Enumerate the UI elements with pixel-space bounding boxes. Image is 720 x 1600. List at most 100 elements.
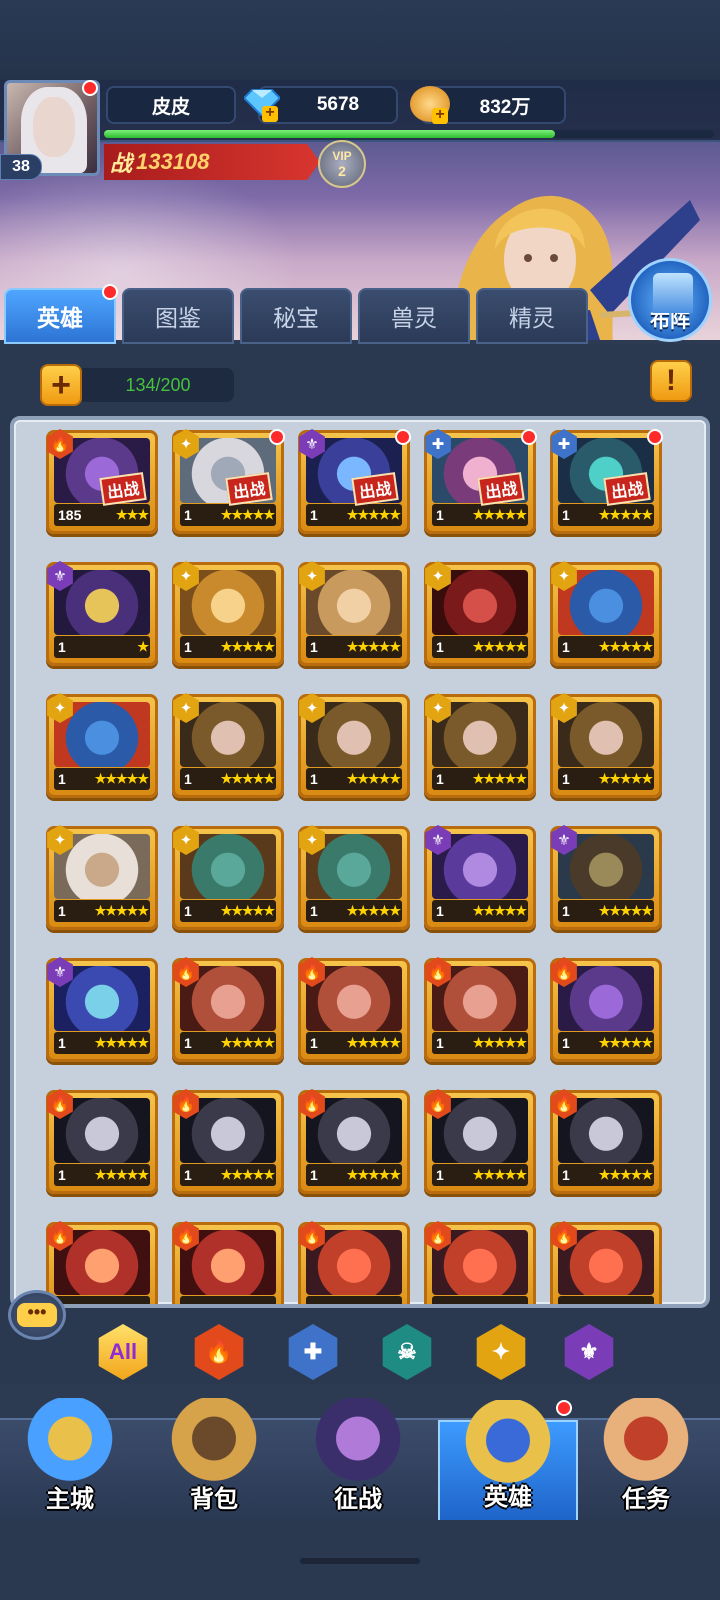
tab-heroes[interactable]: 英雄	[4, 288, 116, 344]
hero-stars: ★★★★★	[94, 1167, 149, 1182]
hero-card[interactable]: 1 ★★★★★ ✚ 出战	[550, 429, 663, 534]
hero-card[interactable]: 1 ★★★★★ ✦	[550, 561, 662, 666]
nav-bag[interactable]: 背包	[144, 1398, 284, 1522]
formation-button[interactable]: 布阵	[628, 258, 712, 342]
nav-label: 任务	[622, 1486, 670, 1513]
hero-stars: ★★★★★	[220, 639, 275, 654]
hero-card[interactable]: 1 ★★★★★ ✚ 出战	[424, 429, 537, 534]
hero-card[interactable]: 🔥	[172, 1221, 284, 1304]
hero-card[interactable]: 1 ★★★★★ 🔥	[550, 957, 662, 1062]
hero-info-bar: 185 ★★★	[54, 504, 150, 526]
hero-stars: ★★★★★	[472, 639, 527, 654]
hero-stars: ★★★★★	[598, 1035, 653, 1050]
tab-codex[interactable]: 图鉴	[122, 288, 234, 344]
filter-water-faction-button[interactable]: ✚	[288, 1324, 338, 1380]
hero-card[interactable]: 1 ★★★★★ ⚜	[424, 825, 536, 930]
avatar-notification-dot	[82, 80, 98, 96]
hero-info-bar: 1 ★★★★★	[558, 1032, 654, 1054]
hero-card[interactable]: 1 ★★★★★ ✦	[298, 561, 410, 666]
filter-skull-faction-button[interactable]: ☠	[382, 1324, 432, 1380]
hero-info-bar	[54, 1296, 150, 1304]
hero-info-bar: 1 ★★★★★	[306, 1032, 402, 1054]
hero-level: 1	[184, 1035, 192, 1051]
hero-card[interactable]: 🔥	[424, 1221, 536, 1304]
hero-level: 1	[310, 1167, 318, 1183]
hero-info-bar: 1 ★★★★★	[306, 636, 402, 658]
hero-stars: ★★★★★	[346, 507, 401, 522]
hero-card[interactable]: 1 ★★★★★ ✦	[46, 693, 158, 798]
hero-card[interactable]: 1 ★★★★★ ✦	[550, 693, 662, 798]
hero-card[interactable]: 1 ★★★★★ ✦	[298, 825, 410, 930]
hero-card[interactable]: 185 ★★★ 🔥 出战	[46, 429, 158, 534]
chat-button[interactable]: •••	[8, 1290, 66, 1340]
nav-home[interactable]: 主城	[0, 1398, 140, 1522]
hero-card[interactable]: 1 ★★★★★ 🔥	[298, 1089, 410, 1194]
hero-card[interactable]: 1 ★★★★★ 🔥	[172, 957, 284, 1062]
hero-level: 1	[562, 903, 570, 919]
chat-bubble-icon: •••	[17, 1303, 57, 1327]
water-faction-icon: ✚	[303, 1339, 323, 1364]
hero-card[interactable]: 1 ★★★★★ 🔥	[172, 1089, 284, 1194]
nav-heroes[interactable]: 英雄	[438, 1400, 578, 1522]
hero-card[interactable]: 1 ★★★★★ 🔥	[550, 1089, 662, 1194]
tab-beast-spirit[interactable]: 兽灵	[358, 288, 470, 344]
tab-treasure[interactable]: 秘宝	[240, 288, 352, 344]
hero-card[interactable]: 1 ★★★★★ 🔥	[424, 957, 536, 1062]
hero-card[interactable]: 1 ★★★★★ ✦	[46, 825, 158, 930]
hero-level: 1	[184, 1167, 192, 1183]
hero-card[interactable]: 1 ★ ⚜	[46, 561, 158, 666]
filter-fire-faction-button[interactable]: 🔥	[194, 1324, 244, 1380]
hero-card[interactable]: 1 ★★★★★ ✦	[298, 693, 410, 798]
hero-info-bar: 1 ★★★★★	[558, 636, 654, 658]
faction-filter-bar: All 🔥 ✚ ☠ ✦ ⚜	[96, 1324, 656, 1384]
hero-card[interactable]: 1 ★★★★★ ✦	[424, 561, 536, 666]
hero-card[interactable]: 1 ★★★★★ ⚜	[550, 825, 662, 930]
filter-holy-faction-button[interactable]: ✦	[476, 1324, 526, 1380]
hero-card[interactable]: 1 ★★★★★ ✦	[172, 825, 284, 930]
tab-heroes-notification-dot	[102, 284, 118, 300]
hero-level: 1	[436, 639, 444, 655]
hero-info-bar: 1 ★★★★★	[180, 1032, 276, 1054]
filter-all-button[interactable]: All	[98, 1324, 148, 1380]
hero-level: 1	[310, 903, 318, 919]
hero-card[interactable]: 1 ★★★★★ ✦	[172, 693, 284, 798]
add-gold-icon[interactable]: +	[432, 107, 448, 124]
vip-label: VIP	[332, 149, 352, 163]
expand-capacity-button[interactable]: +	[40, 364, 82, 406]
home-indicator	[300, 1558, 420, 1564]
exp-bar-fill	[104, 130, 556, 138]
hero-card[interactable]: 1 ★★★★★ 🔥	[46, 1089, 158, 1194]
player-level: 38	[0, 154, 42, 180]
hero-stars: ★★★★★	[94, 903, 149, 918]
bottom-nav: 主城 背包 征战 英雄 任务	[0, 1398, 720, 1522]
hero-card[interactable]: 🔥	[46, 1221, 158, 1304]
hero-card[interactable]: 1 ★★★★★ ✦	[424, 693, 536, 798]
hero-card[interactable]: 1 ★★★★★ ⚜ 出战	[298, 429, 411, 534]
nav-label: 英雄	[484, 1484, 532, 1511]
add-diamond-icon[interactable]: +	[262, 105, 278, 122]
nav-campaign[interactable]: 征战	[288, 1398, 428, 1522]
hero-level: 185	[58, 507, 82, 523]
hero-stars: ★★★★★	[472, 771, 527, 786]
hero-card[interactable]: 1 ★★★★★ ✦	[172, 561, 284, 666]
hero-capacity: 134/200	[82, 368, 234, 402]
vip-badge[interactable]: VIP 2	[318, 140, 366, 188]
nav-tasks[interactable]: 任务	[576, 1398, 716, 1522]
hero-card[interactable]: 1 ★★★★★ 🔥	[424, 1089, 536, 1194]
hero-level: 1	[436, 1167, 444, 1183]
hero-level: 1	[58, 639, 66, 655]
hero-stars: ★★★★★	[598, 771, 653, 786]
hero-card[interactable]: 🔥	[550, 1221, 662, 1304]
holy-faction-icon: ✦	[491, 1339, 511, 1364]
filter-dark-faction-button[interactable]: ⚜	[564, 1324, 614, 1380]
tab-sprite[interactable]: 精灵	[476, 288, 588, 344]
hero-card[interactable]: 1 ★★★★★ ✦ 出战	[172, 429, 285, 534]
hero-card[interactable]: 1 ★★★★★ 🔥	[298, 957, 410, 1062]
top-strip	[0, 0, 720, 80]
hero-level: 1	[562, 507, 570, 523]
combat-power: 战 133108	[104, 144, 320, 180]
hero-card[interactable]: 1 ★★★★★ ⚜	[46, 957, 158, 1062]
info-button[interactable]: !	[650, 360, 692, 402]
player-name: 皮皮	[106, 86, 236, 124]
hero-card[interactable]: 🔥	[298, 1221, 410, 1304]
